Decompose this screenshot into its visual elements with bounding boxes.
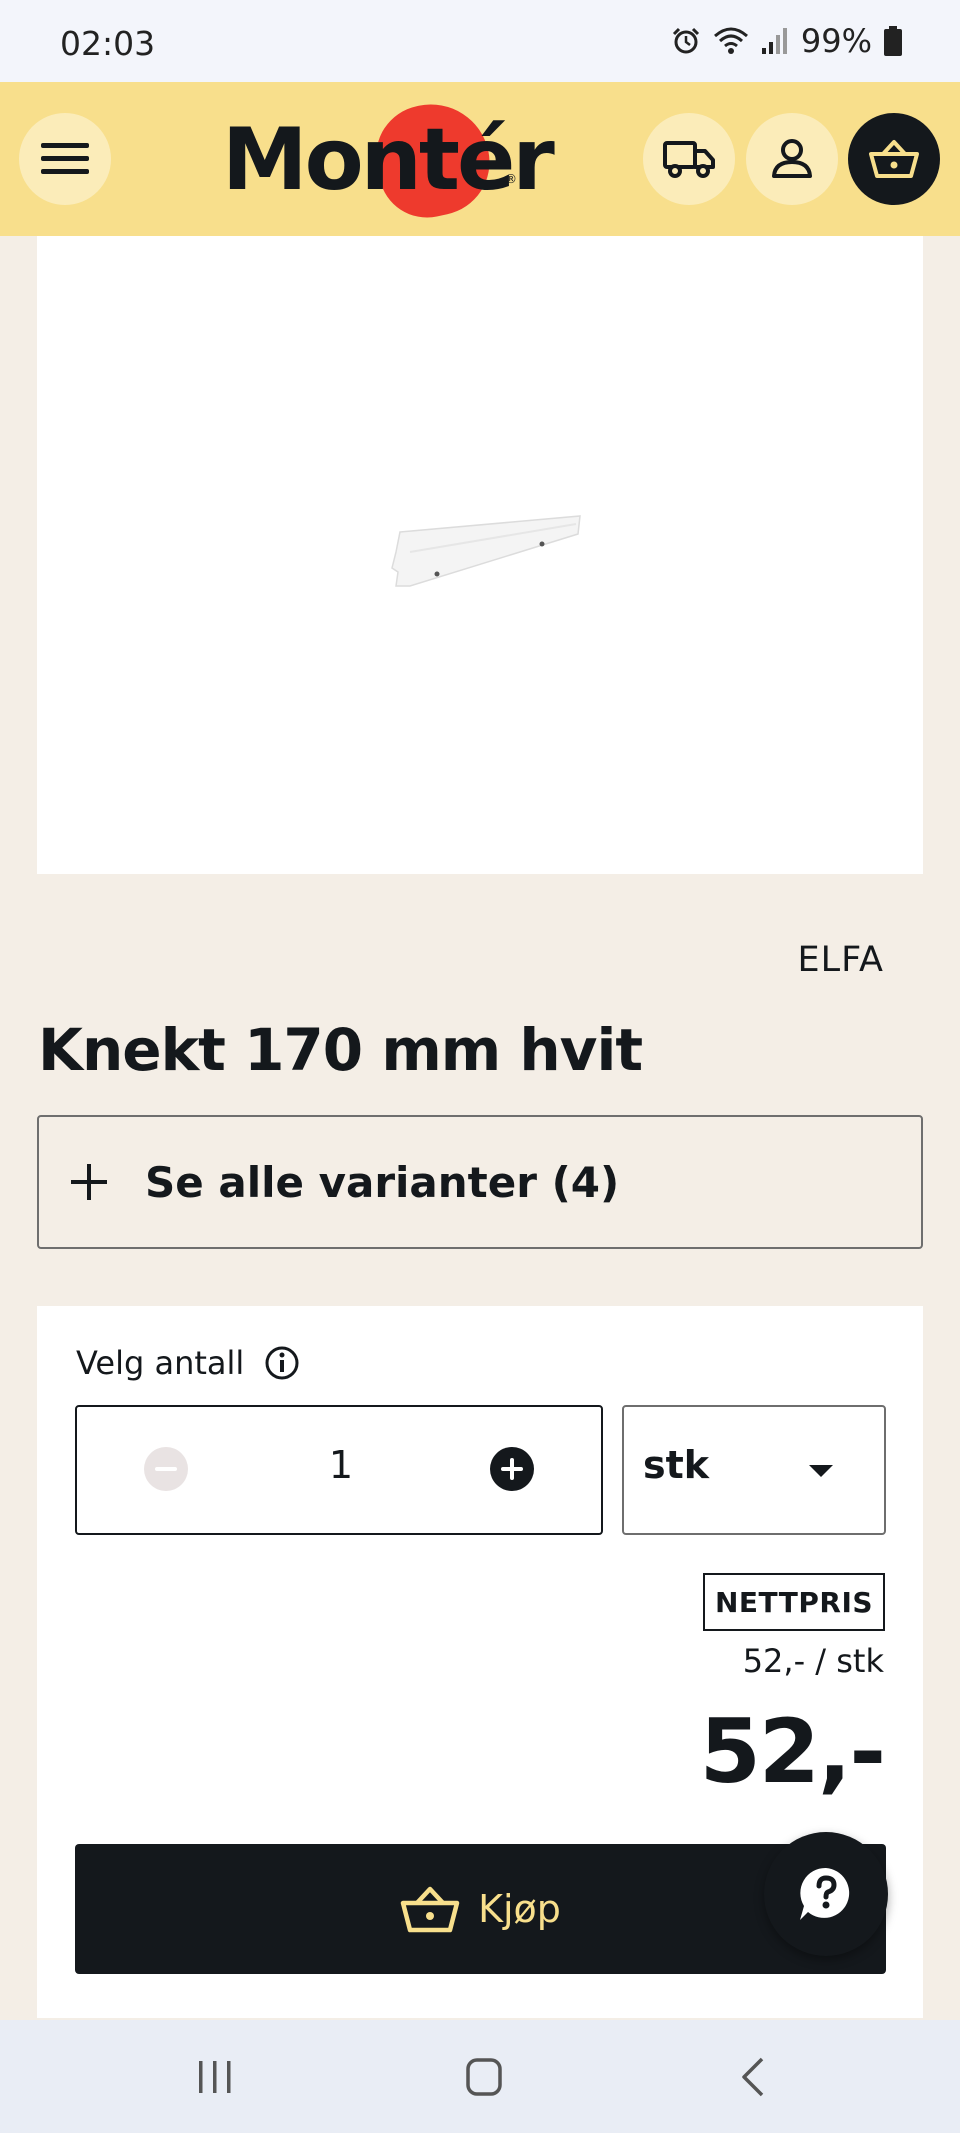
battery-icon xyxy=(884,26,902,56)
status-time: 02:03 xyxy=(60,24,156,63)
plus-icon xyxy=(71,1164,107,1200)
alarm-icon xyxy=(672,27,699,54)
signal-icon xyxy=(761,28,787,54)
logo-text: Montér xyxy=(222,110,555,210)
net-price-badge: NETTPRIS xyxy=(703,1573,885,1631)
quantity-label-row: Velg antall xyxy=(76,1344,300,1382)
menu-button[interactable] xyxy=(19,113,111,205)
caret-down-icon xyxy=(809,1465,833,1477)
help-chat-button[interactable] xyxy=(764,1832,888,1956)
buy-button-label: Kjøp xyxy=(478,1887,561,1931)
basket-icon xyxy=(400,1886,460,1933)
delivery-button[interactable] xyxy=(643,113,735,205)
unit-select[interactable]: stk xyxy=(622,1405,886,1535)
product-image xyxy=(391,515,581,587)
variants-label: Se alle varianter (4) xyxy=(145,1157,620,1207)
menu-icon xyxy=(41,143,89,174)
back-icon[interactable] xyxy=(738,2055,768,2099)
product-brand[interactable]: ELFA xyxy=(798,940,884,980)
unit-value: stk xyxy=(643,1443,710,1487)
home-icon[interactable] xyxy=(465,2057,503,2097)
quantity-stepper: 1 xyxy=(75,1405,603,1535)
account-button[interactable] xyxy=(746,113,838,205)
wifi-icon xyxy=(713,27,748,54)
site-logo[interactable]: Montér ® xyxy=(222,93,555,227)
battery-percent: 99% xyxy=(800,22,872,60)
total-price: 52,- xyxy=(699,1700,886,1803)
quantity-label: Velg antall xyxy=(76,1344,245,1382)
increase-quantity-button[interactable] xyxy=(490,1447,534,1491)
chat-help-icon xyxy=(800,1867,850,1920)
status-bar: 02:03 99% xyxy=(0,0,960,82)
variants-button[interactable]: Se alle varianter (4) xyxy=(37,1115,923,1249)
logo-registered-mark: ® xyxy=(505,172,517,186)
cart-button[interactable] xyxy=(848,113,940,205)
truck-icon xyxy=(663,141,715,178)
info-icon[interactable] xyxy=(264,1345,300,1381)
basket-icon xyxy=(869,140,919,178)
unit-price: 52,- / stk xyxy=(742,1642,884,1680)
status-icons: 99% xyxy=(671,22,902,60)
user-icon xyxy=(772,139,812,178)
recent-apps-icon[interactable] xyxy=(197,2057,233,2097)
product-title: Knekt 170 mm hvit xyxy=(38,1016,643,1084)
buy-button[interactable]: Kjøp xyxy=(75,1844,886,1974)
